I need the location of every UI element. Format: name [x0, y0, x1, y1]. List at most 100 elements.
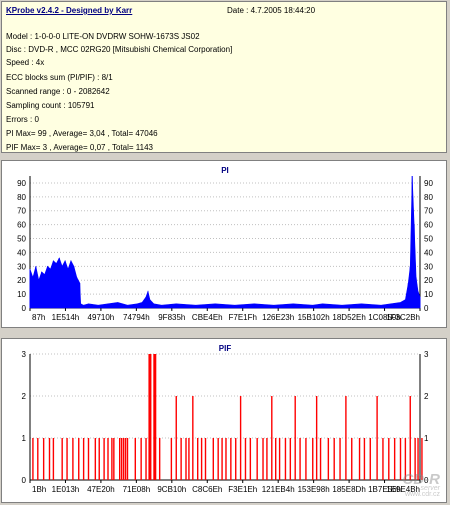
pi-x-tick-label: 18D52Eh: [332, 313, 365, 322]
pi-y-tick-label-right: 90: [424, 179, 433, 188]
pif-data-bar: [278, 438, 281, 480]
pif-data-bar: [369, 438, 371, 480]
info-sampling-count: Sampling count : 105791: [6, 101, 95, 110]
info-model: Model : 1-0-0-0 LITE-ON DVDRW SOHW-1673S…: [6, 32, 200, 41]
pif-data-bar: [289, 438, 292, 480]
pif-data-bar: [200, 438, 203, 480]
pi-series-area: [29, 175, 421, 309]
pif-data-bar: [388, 438, 390, 480]
pif-data-bar: [212, 438, 214, 480]
pi-x-tick-label: 9F835h: [158, 313, 185, 322]
pif-data-bar: [32, 438, 34, 480]
pif-data-bar: [158, 438, 161, 480]
pi-y-tick-label-right: 0: [424, 304, 429, 313]
pi-x-tick-label: 87h: [32, 313, 45, 322]
pif-data-bar: [153, 354, 157, 480]
pif-title: PIF: [219, 344, 232, 353]
pi-y-tick-label-right: 10: [424, 290, 433, 299]
pif-data-bar: [61, 438, 63, 480]
info-pif-stats: PIF Max= 3 , Average= 0,07 , Total= 1143: [6, 143, 153, 152]
pi-y-tick-label-right: 60: [424, 221, 433, 230]
pi-y-tick-label: 80: [17, 193, 26, 202]
pif-x-tick-label: C8C6Eh: [192, 485, 222, 494]
pi-x-tick-label: 74794h: [123, 313, 150, 322]
pif-data-bar: [266, 438, 268, 480]
pif-data-bar: [94, 438, 97, 480]
pif-data-bar: [319, 438, 322, 480]
pif-data-bar: [399, 438, 402, 480]
pif-data-bar: [66, 438, 68, 480]
pi-y-tick-label: 40: [17, 248, 26, 257]
pif-data-bar: [180, 438, 182, 480]
pif-data-bar: [312, 438, 314, 480]
pif-data-bar: [382, 438, 384, 480]
pi-x-tick-label: CBE4Eh: [192, 313, 223, 322]
pi-y-tick-label-right: 80: [424, 193, 433, 202]
pif-data-bar: [192, 396, 194, 480]
pif-x-tick-label: 47E20h: [87, 485, 115, 494]
pif-data-bar: [327, 438, 330, 480]
pi-y-tick-label-right: 50: [424, 235, 433, 244]
scan-date: Date : 4.7.2005 18:44:20: [227, 6, 316, 15]
pi-y-tick-label: 10: [17, 290, 26, 299]
pif-data-bar: [284, 438, 287, 480]
pif-x-tick-label: 71E08h: [123, 485, 151, 494]
pif-data-bar: [103, 438, 105, 480]
pif-y-tick-label: 2: [22, 392, 27, 401]
pif-data-bar: [249, 438, 252, 480]
pi-y-tick-label: 60: [17, 221, 26, 230]
pif-data-bar: [305, 438, 307, 480]
pif-data-bar: [225, 438, 227, 480]
pif-data-bar: [42, 438, 45, 480]
pif-data-bar: [204, 438, 207, 480]
pif-x-tick-label: 153E98h: [298, 485, 330, 494]
pi-x-tick-label: 126E23h: [262, 313, 294, 322]
pif-data-bar: [52, 438, 55, 480]
info-disc: Disc : DVD-R , MCC 02RG20 [Mitsubishi Ch…: [6, 45, 233, 54]
pif-data-bar: [188, 438, 190, 480]
info-pi-stats: PI Max= 99 , Average= 3,04 , Total= 4704…: [6, 129, 158, 138]
pif-data-bar: [48, 438, 51, 480]
pif-x-tick-label: 1Bh: [32, 485, 46, 494]
pi-y-tick-label-right: 70: [424, 207, 433, 216]
pif-data-bar: [275, 438, 277, 480]
pif-data-bar: [221, 438, 223, 480]
pif-x-tick-label: 9CB10h: [157, 485, 186, 494]
pif-data-bar: [197, 438, 199, 480]
pif-data-bar: [87, 438, 90, 480]
pif-x-tick-label: F3E1Eh: [228, 485, 257, 494]
pif-data-bar: [72, 438, 74, 480]
pif-y-tick-label-right: 3: [424, 350, 429, 359]
pi-x-tick-label: 49710h: [88, 313, 115, 322]
pif-y-tick-label: 3: [22, 350, 27, 359]
pi-chart: PI 90 90 80 80 70 70 60 60 50 50 40 40 30 30 20 20 10 10 0 0…: [17, 166, 433, 322]
pif-data-bar: [363, 438, 366, 480]
pif-chart: PIF3 32 21 10 01Bh 1E013h 47E20h 71E08h 9CB10h C8…: [22, 344, 429, 494]
pif-data-bar: [124, 438, 127, 480]
pif-data-bar: [119, 438, 121, 480]
pif-data-bar: [315, 396, 318, 480]
pif-data-bar: [170, 438, 173, 480]
pi-title: PI: [221, 166, 229, 175]
info-errors: Errors : 0: [6, 115, 39, 124]
pif-x-tick-label: 121EB4h: [262, 485, 295, 494]
pif-data-bar: [140, 438, 142, 480]
pif-data-bar: [358, 438, 361, 480]
pif-data-bar: [217, 438, 219, 480]
pi-y-tick-label: 30: [17, 262, 26, 271]
pif-data-bar: [175, 396, 177, 480]
pi-x-tick-label: 15B102h: [298, 313, 330, 322]
watermark: CD-R server www.cdr.cz: [403, 471, 441, 498]
pif-data-bar: [376, 396, 378, 480]
pi-y-tick-label: 90: [17, 179, 26, 188]
pif-y-tick-label-right: 2: [424, 392, 429, 401]
pi-y-tick-label: 0: [22, 304, 27, 313]
pif-data-bar: [107, 438, 109, 480]
pi-chart-panel: PI 90 90 80 80 70 70 60 60 50 50 40 40 30 30 20 20 10 10 0 0…: [1, 160, 447, 328]
info-ecc-sum: ECC blocks sum (PI/PIF) : 8/1: [6, 73, 113, 82]
pif-data-bar: [239, 396, 242, 480]
pif-data-bar: [120, 438, 123, 480]
pif-x-tick-label: 185E8Dh: [332, 485, 365, 494]
pif-data-bar: [271, 396, 273, 480]
pif-data-bar: [294, 396, 296, 480]
